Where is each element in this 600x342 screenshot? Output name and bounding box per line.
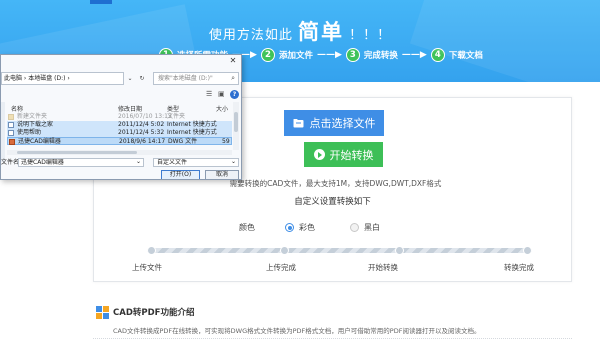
folder-open-icon xyxy=(293,119,303,128)
stage-convert-done: 转换完成 xyxy=(504,263,534,272)
file-list: 新建文件夹 2016/07/10 13:13 文件夹 说明下载之家 2011/1… xyxy=(7,113,232,145)
dwg-file-icon xyxy=(9,139,15,145)
select-file-button[interactable]: 点击选择文件 xyxy=(284,110,384,136)
color-option-color[interactable]: 彩色 xyxy=(285,222,315,233)
file-row[interactable]: 说明下载之家 2011/12/4 5:02 Internet 快捷方式 xyxy=(7,121,232,129)
stage-start-convert: 开始转换 xyxy=(368,263,398,272)
top-accent-bar xyxy=(90,0,112,4)
start-convert-label: 开始转换 xyxy=(329,148,374,162)
search-placeholder: 搜索"本地磁盘 (D:)" xyxy=(158,75,213,82)
progress-node xyxy=(147,246,156,255)
color-setting: 颜色 彩色 黑白 xyxy=(239,222,415,233)
file-row[interactable]: 新建文件夹 2016/07/10 13:13 文件夹 xyxy=(7,113,232,121)
file-row[interactable]: 迅捷CAD编辑器 2018/9/6 14:17 DWG 文件 59 xyxy=(7,137,232,145)
file-type: DWG 文件 xyxy=(168,138,198,145)
file-name: 迅捷CAD编辑器 xyxy=(18,138,61,145)
progress-node xyxy=(395,246,404,255)
step-arrow-icon: ——▶ xyxy=(401,50,427,60)
stage-upload-file: 上传文件 xyxy=(132,263,162,272)
stage-upload-done: 上传完成 xyxy=(266,263,296,272)
intro-text: CAD文件转换成PDF在线转换，可实现将DWG格式文件转换为PDF格式文档，用户… xyxy=(113,327,481,335)
color-label: 颜色 xyxy=(239,223,255,232)
folder-icon xyxy=(8,114,14,120)
step-2-badge: 2 xyxy=(260,48,275,62)
search-icon: ⌕ xyxy=(231,74,235,82)
step-3-badge: 3 xyxy=(345,48,360,62)
play-icon xyxy=(313,149,325,160)
view-options-icon[interactable]: ☰ xyxy=(206,90,212,98)
close-icon[interactable]: ✕ xyxy=(227,56,239,66)
progress-stripes xyxy=(147,248,532,253)
open-button[interactable]: 打开(O) xyxy=(161,170,200,179)
vertical-scrollbar[interactable] xyxy=(233,102,239,150)
column-name[interactable]: 名称 xyxy=(11,104,23,113)
color-option-mono[interactable]: 黑白 xyxy=(350,222,380,233)
color-option-label: 彩色 xyxy=(299,223,315,232)
filename-input[interactable]: 迅捷CAD编辑器 ⌄ xyxy=(18,158,144,167)
progress-node xyxy=(523,246,532,255)
file-open-dialog: ✕ 此电脑 › 本地磁盘 (D:) › ⌄ ↻ 搜索"本地磁盘 (D:)" ⌕ … xyxy=(0,54,242,180)
step-3-label: 完成转换 xyxy=(363,51,398,61)
column-type[interactable]: 类型 xyxy=(167,104,179,113)
radio-selected-icon xyxy=(285,223,294,232)
step-4-label: 下载文档 xyxy=(448,51,483,61)
progress-node xyxy=(280,246,289,255)
settings-title: 自定义设置转换如下 xyxy=(294,197,371,207)
hero-title: 使用方法如此 简单 ！！！ xyxy=(0,16,600,46)
file-type: Internet 快捷方式 xyxy=(167,121,217,128)
preview-pane-icon[interactable]: ▣ xyxy=(218,90,225,98)
address-bar[interactable]: 此电脑 › 本地磁盘 (D:) › xyxy=(1,72,124,85)
hero-title-prefix: 使用方法如此 xyxy=(208,28,293,43)
file-type: 文件夹 xyxy=(167,113,186,120)
chevron-down-icon: ⌄ xyxy=(230,158,236,165)
file-size: 59 xyxy=(222,138,230,145)
start-convert-button[interactable]: 开始转换 xyxy=(304,142,383,167)
file-date: 2011/12/4 5:32 xyxy=(118,129,165,136)
navigation-pane xyxy=(1,102,5,162)
hero-title-suffix: ！！！ xyxy=(349,28,392,43)
step-arrow-icon: ——▶ xyxy=(316,50,342,60)
file-date: 2011/12/4 5:02 xyxy=(118,121,165,128)
progress-track xyxy=(147,246,532,255)
step-4-badge: 4 xyxy=(430,48,445,62)
file-date: 2016/07/10 13:13 xyxy=(118,113,172,120)
column-date[interactable]: 修改日期 xyxy=(118,104,142,113)
shortcut-icon xyxy=(8,130,14,136)
filetype-select[interactable]: 自定义文件 ⌄ xyxy=(153,158,239,167)
select-file-label: 点击选择文件 xyxy=(309,117,376,130)
file-name: 新建文件夹 xyxy=(17,113,48,120)
column-size[interactable]: 大小 xyxy=(216,104,228,113)
radio-unselected-icon xyxy=(350,223,359,232)
cancel-button[interactable]: 取消 xyxy=(205,170,239,179)
search-input[interactable]: 搜索"本地磁盘 (D:)" ⌕ xyxy=(153,72,239,85)
step-2-label: 添加文件 xyxy=(278,51,313,61)
refresh-icon[interactable]: ↻ xyxy=(137,72,147,85)
hero-title-highlight: 简单 xyxy=(298,20,344,44)
filename-value: 迅捷CAD编辑器 xyxy=(21,159,64,166)
file-date: 2018/9/6 14:17 xyxy=(119,138,166,145)
horizontal-scrollbar[interactable] xyxy=(7,150,232,155)
file-row[interactable]: 使用帮助 2011/12/4 5:32 Internet 快捷方式 xyxy=(7,129,232,137)
help-icon[interactable]: ? xyxy=(230,90,239,99)
chevron-down-icon: ⌄ xyxy=(135,158,141,165)
file-type: Internet 快捷方式 xyxy=(167,129,217,136)
intro-grid-icon xyxy=(96,306,109,319)
file-name: 说明下载之家 xyxy=(17,121,54,128)
divider xyxy=(93,338,572,339)
intro-title: CAD转PDF功能介绍 xyxy=(113,308,195,318)
color-option-label: 黑白 xyxy=(364,223,380,232)
file-name: 使用帮助 xyxy=(17,129,42,136)
chevron-down-icon[interactable]: ⌄ xyxy=(125,72,135,85)
filetype-value: 自定义文件 xyxy=(157,159,188,166)
shortcut-icon xyxy=(8,122,14,128)
file-list-header: 名称 修改日期 类型 大小 xyxy=(7,102,232,113)
